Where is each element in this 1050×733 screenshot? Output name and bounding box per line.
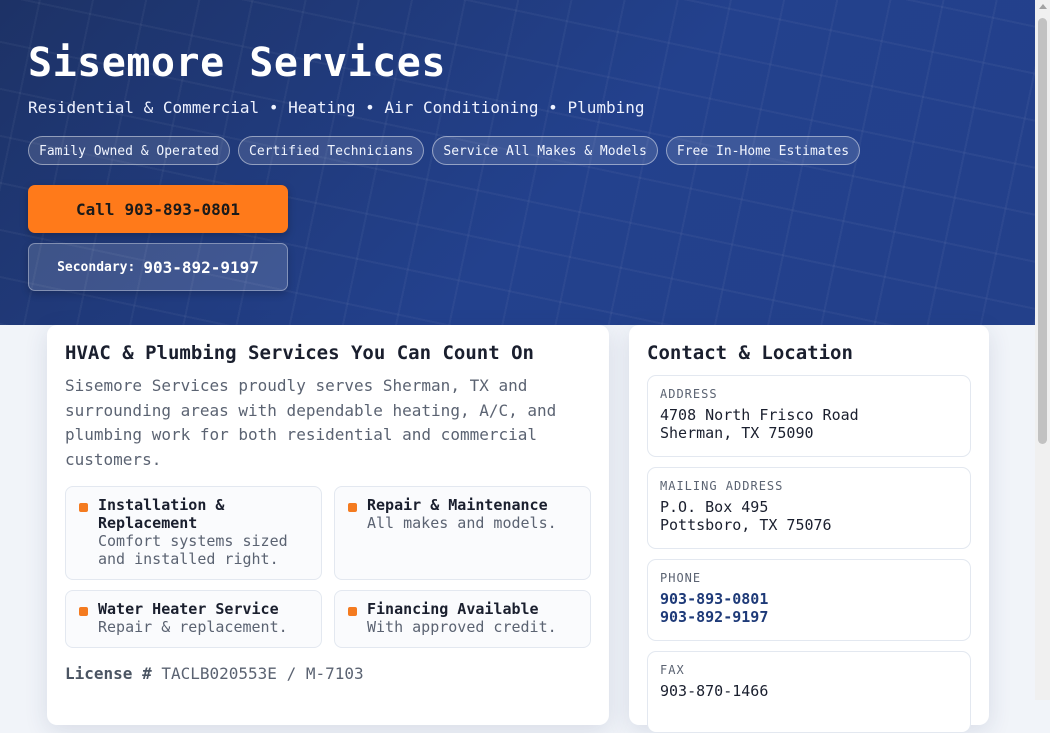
services-intro: Sisemore Services proudly serves Sherman…: [65, 376, 557, 469]
phone-box: PHONE 903-893-0801 903-892-9197: [647, 559, 971, 641]
scrollbar-thumb[interactable]: [1038, 18, 1047, 444]
call-label: Call: [75, 199, 115, 219]
address-line2: Sherman, TX 75090: [660, 424, 814, 442]
bullet-icon: [348, 607, 357, 616]
service-desc: All makes and models.: [367, 514, 557, 532]
address-label: ADDRESS: [660, 387, 718, 401]
mailing-label: MAILING ADDRESS: [660, 479, 784, 493]
phone-link-secondary[interactable]: 903-892-9197: [660, 608, 958, 626]
mailing-line2: Pottsboro, TX 75076: [660, 516, 832, 534]
bullet-icon: [79, 503, 88, 512]
phone-link-primary[interactable]: 903-893-0801: [660, 590, 958, 608]
mailing-address-box: MAILING ADDRESS P.O. Box 495 Pottsboro, …: [647, 467, 971, 549]
services-card: HVAC & Plumbing Services You Can Count O…: [47, 325, 609, 725]
call-secondary-button[interactable]: Secondary: 903-892-9197: [28, 243, 288, 291]
phone-label: PHONE: [660, 571, 702, 585]
fax-label: FAX: [660, 663, 685, 677]
badge-all-makes: Service All Makes & Models: [432, 136, 658, 165]
badge-family-owned: Family Owned & Operated: [28, 136, 231, 165]
mailing-line1: P.O. Box 495: [660, 498, 769, 516]
service-title: Water Heater Service: [98, 600, 279, 618]
call-number: 903-893-0801: [124, 199, 241, 219]
page-scrollbar[interactable]: [1035, 0, 1050, 700]
secondary-number: 903-892-9197: [143, 257, 259, 277]
service-repair: Repair & Maintenance All makes and model…: [334, 486, 591, 580]
service-title: Financing Available: [367, 600, 539, 618]
badge-free-estimates: Free In-Home Estimates: [665, 136, 861, 165]
call-primary-button[interactable]: Call 903-893-0801: [28, 185, 288, 233]
service-desc: Comfort systems sized and installed righ…: [98, 532, 288, 568]
service-water-heater: Water Heater Service Repair & replacemen…: [65, 590, 322, 648]
address-line1: 4708 North Frisco Road: [660, 406, 859, 424]
fax-box: FAX 903-870-1466: [647, 651, 971, 733]
hero-banner: Sisemore Services Residential & Commerci…: [0, 0, 1035, 325]
contact-card: Contact & Location ADDRESS 4708 North Fr…: [629, 325, 989, 733]
license-label: License #: [65, 664, 152, 683]
service-title: Installation & Replacement: [98, 496, 225, 532]
service-financing: Financing Available With approved credit…: [334, 590, 591, 648]
bullet-icon: [348, 503, 357, 512]
company-title: Sisemore Services: [28, 40, 446, 86]
scroll-up-arrow-icon[interactable]: [1039, 4, 1047, 9]
service-desc: Repair & replacement.: [98, 618, 288, 636]
fax-number: 903-870-1466: [660, 682, 769, 700]
service-installation: Installation & Replacement Comfort syste…: [65, 486, 322, 580]
secondary-label: Secondary:: [57, 259, 136, 275]
bullet-icon: [79, 607, 88, 616]
contact-heading: Contact & Location: [647, 342, 853, 364]
license-info: License # TACLB020553E / M-7103: [65, 664, 364, 683]
service-desc: With approved credit.: [367, 618, 557, 636]
address-box: ADDRESS 4708 North Frisco Road Sherman, …: [647, 375, 971, 457]
feature-badges: Family Owned & Operated Certified Techni…: [28, 136, 861, 165]
services-heading: HVAC & Plumbing Services You Can Count O…: [65, 342, 534, 364]
service-title: Repair & Maintenance: [367, 496, 548, 514]
badge-certified: Certified Technicians: [238, 136, 425, 165]
license-value: TACLB020553E / M-7103: [161, 664, 364, 683]
services-tagline: Residential & Commercial • Heating • Air…: [28, 98, 645, 117]
